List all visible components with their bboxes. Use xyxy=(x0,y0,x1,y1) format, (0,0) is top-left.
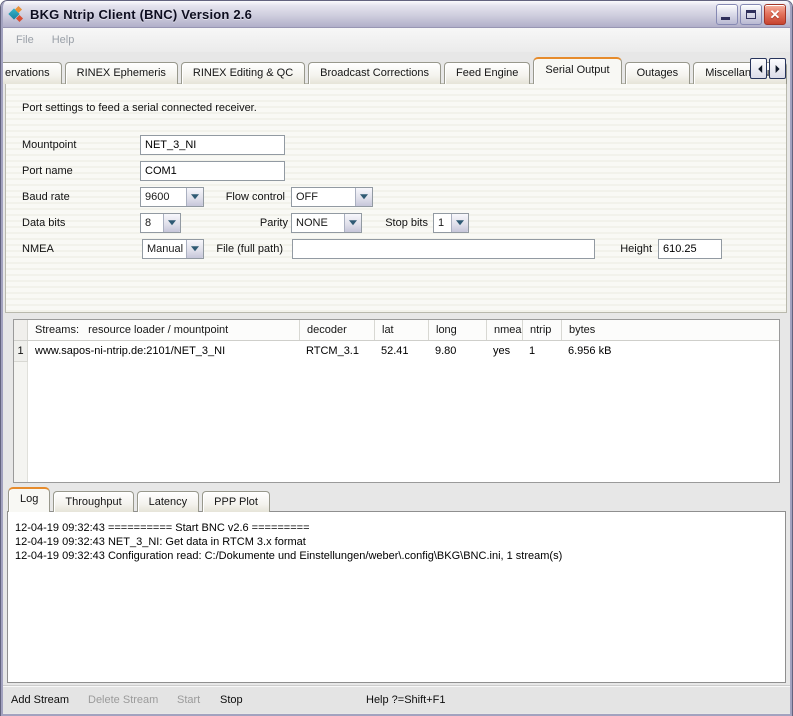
main-tab-bar: ervations RINEX Ephemeris RINEX Editing … xyxy=(3,56,790,84)
mountpoint-label: Mountpoint xyxy=(22,135,76,155)
maximize-button[interactable] xyxy=(740,4,762,25)
tab-feed-engine[interactable]: Feed Engine xyxy=(444,62,530,84)
menu-file[interactable]: File xyxy=(7,31,43,49)
height-label: Height xyxy=(606,239,652,259)
tab-log[interactable]: Log xyxy=(8,487,50,512)
cell-bytes: 6.956 kB xyxy=(561,341,779,362)
tab-broadcast-corrections[interactable]: Broadcast Corrections xyxy=(308,62,441,84)
stop-bits-value: 1 xyxy=(434,217,451,229)
column-header-ntrip: ntrip xyxy=(522,320,561,340)
table-empty-area xyxy=(14,362,779,482)
flow-control-select[interactable]: OFF xyxy=(291,187,373,207)
column-header-streams: Streams: resource loader / mountpoint xyxy=(28,320,299,340)
chevron-down-icon xyxy=(186,240,203,258)
close-button[interactable]: ✕ xyxy=(764,4,786,25)
flow-control-value: OFF xyxy=(292,191,355,203)
streams-table-header: Streams: resource loader / mountpoint de… xyxy=(14,320,779,341)
minimize-icon xyxy=(721,17,730,20)
delete-stream-button[interactable]: Delete Stream xyxy=(88,686,158,714)
table-corner-cell xyxy=(14,320,28,340)
chevron-down-icon xyxy=(355,188,372,206)
parity-value: NONE xyxy=(292,217,344,229)
tab-rinex-editing-qc[interactable]: RINEX Editing & QC xyxy=(181,62,305,84)
cell-nmea: yes xyxy=(486,341,522,362)
menu-help[interactable]: Help xyxy=(43,31,84,49)
action-bar: Add Stream Delete Stream Start Stop Help… xyxy=(3,685,790,713)
chevron-down-icon xyxy=(451,214,468,232)
tab-latency[interactable]: Latency xyxy=(137,491,200,512)
nmea-select[interactable]: Manual xyxy=(142,239,204,259)
column-header-long: long xyxy=(428,320,486,340)
tab-observations[interactable]: ervations xyxy=(0,62,62,84)
window-title: BKG Ntrip Client (BNC) Version 2.6 xyxy=(30,7,252,22)
log-view[interactable]: 12-04-19 09:32:43 ========== Start BNC v… xyxy=(7,511,786,683)
column-header-nmea: nmea xyxy=(486,320,522,340)
serial-output-panel: Port settings to feed a serial connected… xyxy=(5,83,787,313)
data-bits-value: 8 xyxy=(141,217,163,229)
maximize-icon xyxy=(746,10,756,19)
stop-button[interactable]: Stop xyxy=(220,686,243,714)
chevron-down-icon xyxy=(163,214,180,232)
cell-long: 9.80 xyxy=(428,341,486,362)
data-bits-label: Data bits xyxy=(22,213,65,233)
tab-scroll-right-button[interactable] xyxy=(769,58,786,79)
tab-throughput[interactable]: Throughput xyxy=(53,491,133,512)
baud-rate-value: 9600 xyxy=(141,191,186,203)
bottom-tab-bar: Log Throughput Latency PPP Plot xyxy=(3,487,790,512)
tab-serial-output[interactable]: Serial Output xyxy=(533,57,621,84)
tab-outages[interactable]: Outages xyxy=(625,62,691,84)
start-button[interactable]: Start xyxy=(177,686,200,714)
menu-bar: File Help xyxy=(3,28,790,52)
height-input[interactable] xyxy=(658,239,722,259)
app-window: BKG Ntrip Client (BNC) Version 2.6 ✕ Fil… xyxy=(0,0,793,716)
file-path-input[interactable] xyxy=(292,239,595,259)
nmea-label: NMEA xyxy=(22,239,54,259)
baud-rate-label: Baud rate xyxy=(22,187,70,207)
tab-rinex-ephemeris[interactable]: RINEX Ephemeris xyxy=(65,62,178,84)
log-line: 12-04-19 09:32:43 NET_3_NI: Get data in … xyxy=(15,535,778,549)
row-number: 1 xyxy=(14,341,28,362)
arrow-left-icon xyxy=(754,65,762,73)
log-line: 12-04-19 09:32:43 ========== Start BNC v… xyxy=(15,521,778,535)
panel-description: Port settings to feed a serial connected… xyxy=(22,102,257,114)
app-icon xyxy=(9,6,25,22)
streams-table: Streams: resource loader / mountpoint de… xyxy=(13,319,780,483)
log-line: 12-04-19 09:32:43 Configuration read: C:… xyxy=(15,549,778,563)
arrow-right-icon xyxy=(775,65,783,73)
close-icon: ✕ xyxy=(765,5,785,24)
cell-ntrip: 1 xyxy=(522,341,561,362)
column-header-lat: lat xyxy=(374,320,428,340)
tab-scroll-left-button[interactable] xyxy=(750,58,767,79)
cell-mountpoint: www.sapos-ni-ntrip.de:2101/NET_3_NI xyxy=(28,341,299,362)
parity-label: Parity xyxy=(206,213,288,233)
cell-decoder: RTCM_3.1 xyxy=(299,341,374,362)
column-header-bytes: bytes xyxy=(561,320,779,340)
help-shortcut-label: Help ?=Shift+F1 xyxy=(366,686,446,714)
title-bar[interactable]: BKG Ntrip Client (BNC) Version 2.6 ✕ xyxy=(1,1,792,28)
table-row[interactable]: 1 www.sapos-ni-ntrip.de:2101/NET_3_NI RT… xyxy=(14,341,779,362)
parity-select[interactable]: NONE xyxy=(291,213,362,233)
cell-lat: 52.41 xyxy=(374,341,428,362)
port-name-label: Port name xyxy=(22,161,73,181)
nmea-value: Manual xyxy=(143,243,186,255)
table-gutter xyxy=(14,362,28,482)
stop-bits-select[interactable]: 1 xyxy=(433,213,469,233)
data-bits-select[interactable]: 8 xyxy=(140,213,181,233)
flow-control-label: Flow control xyxy=(186,187,285,207)
port-name-input[interactable] xyxy=(140,161,285,181)
mountpoint-input[interactable] xyxy=(140,135,285,155)
minimize-button[interactable] xyxy=(716,4,738,25)
add-stream-button[interactable]: Add Stream xyxy=(11,686,69,714)
stop-bits-label: Stop bits xyxy=(358,213,428,233)
column-header-decoder: decoder xyxy=(299,320,374,340)
tab-ppp-plot[interactable]: PPP Plot xyxy=(202,491,270,512)
file-path-label: File (full path) xyxy=(206,239,283,259)
